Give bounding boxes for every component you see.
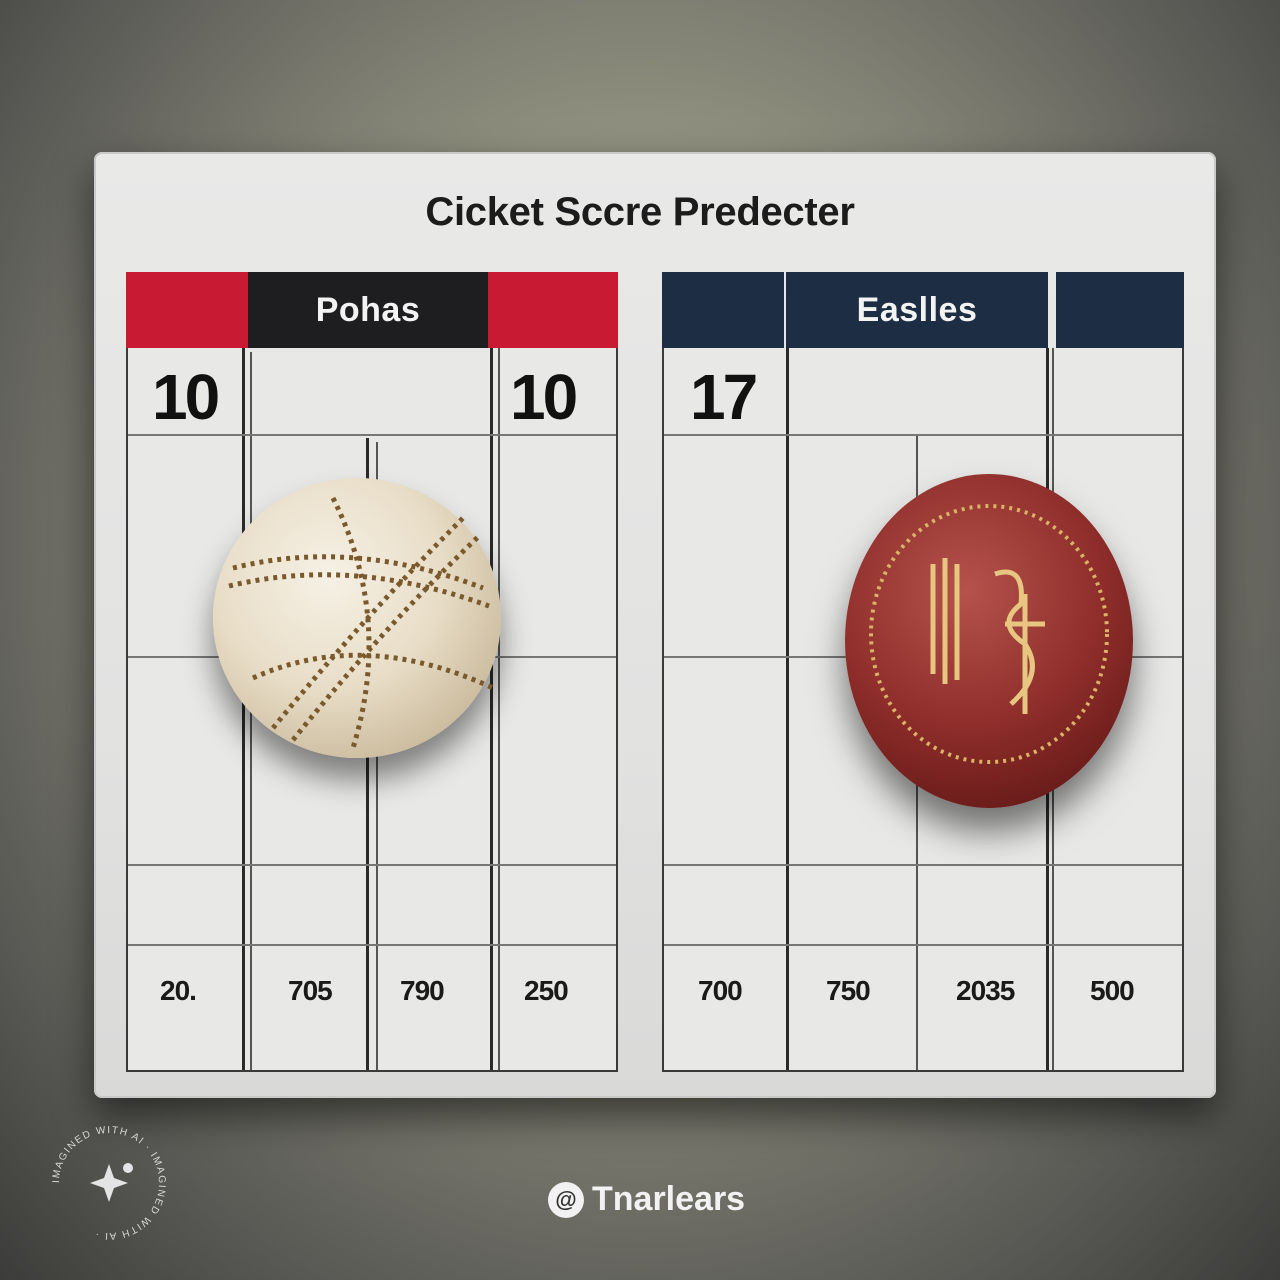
- brand-name: Tnarlears: [592, 1180, 746, 1218]
- brand-logo: @ Tnarlears: [548, 1180, 745, 1219]
- grid-row-line: [128, 434, 616, 436]
- team-a-score-right: 10: [510, 361, 578, 433]
- red-cricket-ball-icon: [845, 474, 1133, 808]
- team-a-footer-value: 20.: [160, 975, 197, 1006]
- brand-swirl-icon: @: [548, 1181, 584, 1218]
- white-cricket-ball-icon: [213, 478, 501, 758]
- team-a-footer-value: 250: [524, 975, 569, 1006]
- team-a-score-left: 10: [152, 361, 220, 433]
- grid-row-line: [128, 944, 616, 946]
- grid-row-line: [664, 434, 1182, 436]
- team-b-footer-value: 750: [826, 975, 871, 1006]
- team-a-footer-value: 705: [288, 975, 333, 1006]
- ball-seam-icon: [228, 496, 495, 749]
- page-title: Cicket Sccre Predecter: [425, 190, 855, 234]
- team-b-header-seg-3: [1056, 272, 1184, 348]
- team-b-footer-value: 700: [698, 975, 743, 1006]
- watermark-badge: IMAGINED WITH AI · IMAGINED WITH AI ·: [46, 1120, 172, 1246]
- grid-row-line: [128, 864, 616, 866]
- team-a-footer-value: 790: [400, 975, 445, 1006]
- team-a-header-accent-right: [488, 272, 618, 348]
- team-a-name: Pohas: [315, 290, 421, 329]
- grid-row-line: [664, 864, 1182, 866]
- grid-divider: [786, 348, 789, 1070]
- team-a-header: Pohas: [126, 272, 618, 348]
- grid-row-line: [664, 944, 1182, 946]
- team-b-score: 17: [690, 361, 758, 433]
- sparkle-icon: IMAGINED WITH AI · IMAGINED WITH AI ·: [51, 1125, 166, 1241]
- team-b-header: Easlles: [662, 272, 1184, 348]
- team-b-footer-value: 500: [1090, 975, 1135, 1006]
- team-b-footer-value: 2035: [956, 975, 1015, 1006]
- team-b-header-seg-1: [662, 272, 784, 348]
- ball-emblem-icon: [869, 504, 1109, 764]
- team-b-name: Easlles: [856, 290, 978, 329]
- team-a-header-accent-left: [126, 272, 248, 348]
